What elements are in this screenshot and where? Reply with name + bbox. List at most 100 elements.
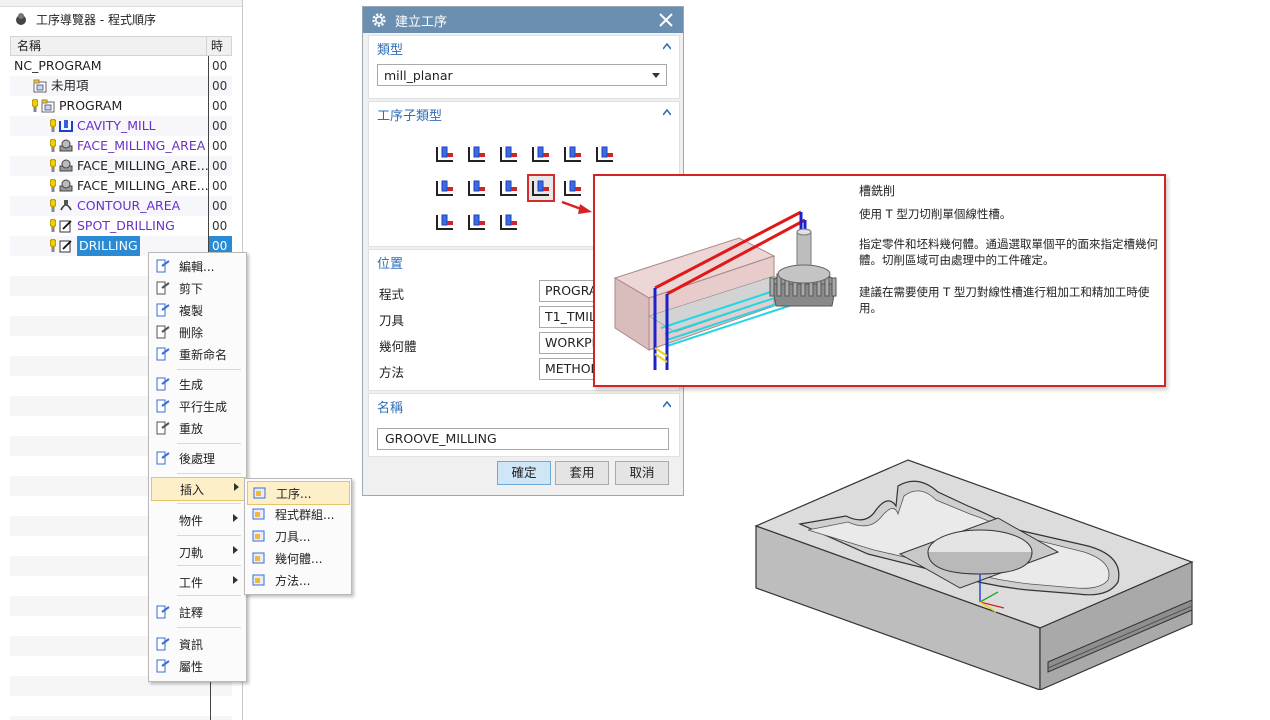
chevron-up-icon[interactable] (663, 43, 671, 51)
cleanup-corners-icon[interactable] (559, 140, 587, 168)
context-menu-item[interactable]: 生成 (151, 373, 244, 395)
finish-walls-icon[interactable] (591, 140, 619, 168)
planar-profile-icon[interactable] (527, 140, 555, 168)
type-dropdown-value: mill_planar (384, 67, 453, 83)
context-menu-item[interactable]: 刀軌 (151, 541, 244, 563)
tree-row[interactable]: SPOT_DRILLING 00 (10, 216, 232, 236)
finish-floor-icon[interactable] (431, 174, 459, 202)
context-menu-item[interactable]: 後處理 (151, 447, 244, 469)
cancel-button[interactable]: 取消 (615, 461, 669, 485)
groove-milling-icon[interactable] (527, 174, 555, 202)
floor-wall-icon[interactable] (431, 140, 459, 168)
context-menu-item[interactable]: 刪除 (151, 321, 244, 343)
status-bulb-icon (49, 218, 57, 233)
submenu-item-label: 工序... (276, 486, 312, 501)
context-menu-item[interactable]: 註釋 (151, 601, 244, 623)
context-menu-item-label: 資訊 (179, 637, 204, 652)
menu-icon-spacer (155, 544, 171, 560)
face-milling-icon[interactable] (495, 140, 523, 168)
context-menu-item[interactable]: 工件 (151, 571, 244, 593)
chevron-right-icon (233, 576, 238, 584)
status-bulb-icon (49, 118, 57, 133)
context-menu-item-label: 重新命名 (179, 347, 228, 362)
submenu-item[interactable]: 幾何體... (247, 547, 348, 569)
workpiece-3d-model[interactable] (748, 456, 1248, 690)
tree-row-label: FACE_MILLING_AREA (77, 138, 206, 153)
generate-icon (155, 376, 171, 392)
context-menu-item[interactable]: 插入 (151, 477, 246, 501)
context-menu-item[interactable]: 屬性 (151, 655, 244, 677)
tree-row-label: DRILLING (77, 236, 140, 256)
manual-face-icon[interactable] (495, 208, 523, 236)
context-menu-item[interactable]: 物件 (151, 509, 244, 531)
tree-row[interactable]: 未用項 00 (10, 76, 232, 96)
apply-button[interactable]: 套用 (555, 461, 609, 485)
tree-row[interactable]: NC_PROGRAM 00 (10, 56, 232, 76)
dialog-title-bar[interactable]: 建立工序 (363, 7, 683, 33)
cavity-mill-icon (58, 118, 74, 134)
column-header-name[interactable]: 名稱 (11, 37, 206, 55)
column-header-time[interactable]: 時 (206, 37, 231, 55)
tree-header: 名稱 時 (10, 36, 232, 56)
tooltip-paragraph-1: 使用 T 型刀切削單個線性槽。 (859, 207, 1012, 221)
thread-milling-icon[interactable] (495, 174, 523, 202)
context-menu-item[interactable]: 編輯... (151, 255, 244, 277)
submenu-item[interactable]: 刀具... (247, 525, 348, 547)
floor-wall-ips-icon[interactable] (463, 140, 491, 168)
context-menu-item[interactable]: 重放 (151, 417, 244, 439)
submenu-item[interactable]: 方法... (247, 569, 348, 591)
context-menu-item[interactable]: 剪下 (151, 277, 244, 299)
context-menu-item-label: 物件 (179, 513, 204, 528)
context-menu-item-label: 插入 (180, 482, 205, 497)
submenu-item[interactable]: 程式群組... (247, 503, 348, 525)
tooltip-paragraph-3: 建議在需要使用 T 型刀對線性槽進行粗加工和精加工時使用。 (859, 285, 1150, 315)
tree-row-name-cell: CAVITY_MILL (10, 116, 208, 136)
operation-tooltip: 槽銑削 使用 T 型刀切削單個線性槽。 指定零件和坯料幾何體。通過選取單個平的面… (593, 174, 1166, 387)
tree-row[interactable]: PROGRAM 00 (10, 96, 232, 116)
tree-row-time: 00 (208, 156, 232, 176)
context-menu-item[interactable]: 平行生成 (151, 395, 244, 417)
mill-control-icon[interactable] (431, 208, 459, 236)
tree-row-time: 00 (208, 216, 232, 236)
hole-milling-icon[interactable] (463, 174, 491, 202)
context-menu-item[interactable]: 複製 (151, 299, 244, 321)
operation-name-input[interactable]: GROOVE_MILLING (377, 428, 669, 450)
menu-separator (177, 535, 241, 536)
tree-row-name-cell: SPOT_DRILLING (10, 216, 208, 236)
subtype-section-header[interactable]: 工序子類型 (369, 102, 679, 126)
name-section-header[interactable]: 名稱 (369, 394, 679, 418)
context-menu-item[interactable]: 重新命名 (151, 343, 244, 365)
tree-row-time: 00 (208, 76, 232, 96)
submenu-item[interactable]: 工序... (247, 481, 350, 505)
context-menu-item-label: 重放 (179, 421, 204, 436)
type-section-header[interactable]: 類型 (369, 36, 679, 60)
type-dropdown[interactable]: mill_planar (377, 64, 667, 86)
tree-row[interactable]: FACE_MILLING_ARE... 00 (10, 176, 232, 196)
mill-user-icon[interactable] (463, 208, 491, 236)
status-bulb-icon (49, 138, 57, 153)
contour-icon (58, 198, 74, 214)
chevron-up-icon[interactable] (663, 109, 671, 117)
tree-row-label: SPOT_DRILLING (77, 218, 175, 233)
operation-tree[interactable]: 名稱 時 NC_PROGRAM 00 未用項 00 PROGRAM 00 CAVITY_MI… (10, 36, 232, 256)
ok-button[interactable]: 確定 (497, 461, 551, 485)
face-mill-icon (58, 138, 74, 154)
tool-label: 刀具 (379, 313, 405, 328)
tree-row-time: 00 (208, 56, 232, 76)
tree-row[interactable]: FACE_MILLING_ARE... 00 (10, 156, 232, 176)
tree-row-time: 00 (208, 96, 232, 116)
chevron-up-icon[interactable] (663, 401, 671, 409)
tree-row[interactable]: CAVITY_MILL 00 (10, 116, 232, 136)
location-section-title: 位置 (377, 256, 404, 272)
tree-row[interactable]: CONTOUR_AREA 00 (10, 196, 232, 216)
tree-row[interactable]: FACE_MILLING_AREA 00 (10, 136, 232, 156)
properties-icon (155, 658, 171, 674)
close-icon[interactable] (657, 11, 675, 29)
context-menu-item-label: 註釋 (179, 605, 204, 620)
context-menu-item[interactable]: 資訊 (151, 633, 244, 655)
tool-icon (251, 528, 267, 544)
replay-icon (155, 420, 171, 436)
tree-row-name-cell: FACE_MILLING_ARE... (10, 156, 208, 176)
tree-row-time: 00 (208, 176, 232, 196)
edit-icon (155, 258, 171, 274)
